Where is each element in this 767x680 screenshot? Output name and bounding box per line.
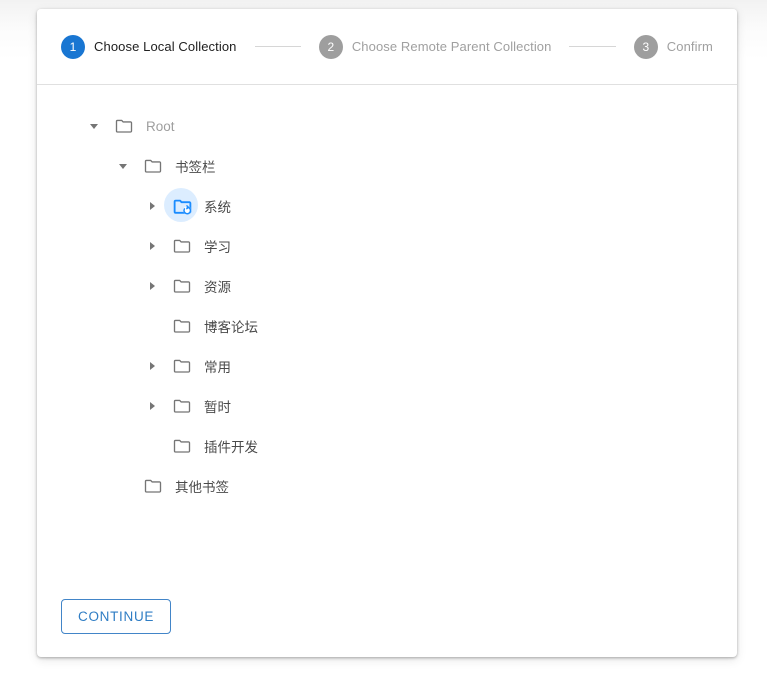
page-background: 1 Choose Local Collection 2 Choose Remot… [0,0,767,680]
tree-node-label[interactable]: Root [146,119,175,134]
tree-row[interactable]: 资源 [37,266,737,306]
step-2-number: 2 [318,34,343,59]
chevron-right-icon[interactable] [141,355,163,377]
folder-icon[interactable] [170,354,194,378]
step-connector-1 [254,46,301,47]
chevron-down-icon[interactable] [83,115,105,137]
folder-icon[interactable] [170,314,194,338]
step-2-label: Choose Remote Parent Collection [351,39,552,54]
card-footer: CONTINUE [37,599,737,657]
tree-row[interactable]: 暂时 [37,386,737,426]
tree-row[interactable]: 学习 [37,226,737,266]
tree-row[interactable]: 插件开发 [37,426,737,466]
continue-button[interactable]: CONTINUE [61,599,172,634]
tree-toggle-placeholder [141,315,163,337]
step-1[interactable]: 1 Choose Local Collection [61,34,237,59]
folder-icon[interactable] [112,114,136,138]
chevron-right-icon[interactable] [141,235,163,257]
step-2[interactable]: 2 Choose Remote Parent Collection [318,34,552,59]
tree-node-label[interactable]: 其他书签 [175,476,229,496]
tree-row[interactable]: Root [37,106,737,146]
folder-icon[interactable] [170,434,194,458]
folder-icon[interactable] [141,154,165,178]
tree-toggle-placeholder [141,435,163,457]
folder-icon[interactable] [170,274,194,298]
tree-node-label[interactable]: 博客论坛 [204,316,258,336]
tree-row[interactable]: 其他书签 [37,466,737,506]
tree-node-label[interactable]: 暂时 [204,396,231,416]
tree-node-label[interactable]: 插件开发 [204,436,258,456]
tree-node-label[interactable]: 资源 [204,276,231,296]
tree-node-label[interactable]: 学习 [204,236,231,256]
tree-toggle-arrow [149,202,155,210]
chevron-right-icon[interactable] [141,195,163,217]
tree-row[interactable]: 系统 [37,186,737,226]
step-3[interactable]: 3 Confirm [633,34,713,59]
folder-sync-icon[interactable] [164,188,198,222]
folder-icon[interactable] [170,234,194,258]
tree-toggle-arrow [119,163,127,169]
folder-icon[interactable] [170,394,194,418]
step-1-number: 1 [61,34,85,59]
tree-toggle-arrow [149,282,155,290]
tree-toggle-placeholder [112,475,134,497]
tree-toggle-arrow [149,242,155,250]
step-connector-2 [569,46,616,47]
tree-node-label[interactable]: 系统 [204,196,231,216]
chevron-right-icon[interactable] [141,275,163,297]
step-3-label: Confirm [666,39,713,54]
chevron-down-icon[interactable] [112,155,134,177]
tree-toggle-arrow [149,402,155,410]
folder-icon[interactable] [141,474,165,498]
stepper-header: 1 Choose Local Collection 2 Choose Remot… [37,9,737,85]
step-3-number: 3 [633,34,658,59]
tree-row[interactable]: 博客论坛 [37,306,737,346]
tree-node-label[interactable]: 书签栏 [175,156,216,176]
tree-node-label[interactable]: 常用 [204,356,231,376]
chevron-right-icon[interactable] [141,395,163,417]
tree-row[interactable]: 常用 [37,346,737,386]
tree-row[interactable]: 书签栏 [37,146,737,186]
collection-tree: Root 书签栏系统学习资源博客论坛常用暂时插件开发其他书签 [37,85,737,599]
step-1-label: Choose Local Collection [94,39,237,54]
tree-toggle-arrow [149,362,155,370]
wizard-card: 1 Choose Local Collection 2 Choose Remot… [37,9,737,657]
tree-toggle-arrow [90,123,98,129]
